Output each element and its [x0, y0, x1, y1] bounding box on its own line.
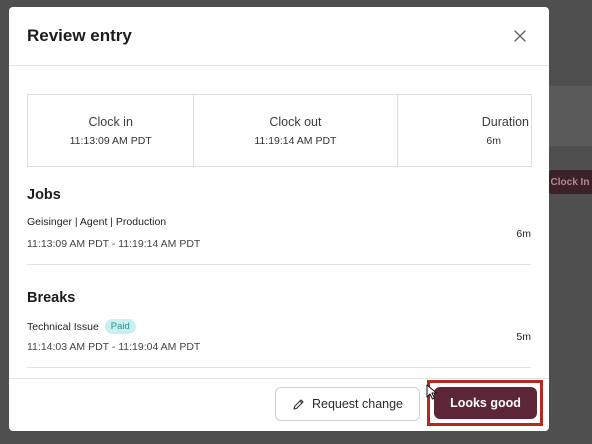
- job-time-range: 11:13:09 AM PDT - 11:19:14 AM PDT: [27, 238, 201, 250]
- modal-title: Review entry: [27, 26, 132, 45]
- duration-label: Duration: [481, 114, 529, 129]
- break-name: Technical Issue: [27, 320, 99, 333]
- time-summary: Clock in 11:13:09 AM PDT Clock out 11:19…: [27, 94, 532, 167]
- background-panel-strip: [548, 86, 592, 146]
- review-entry-modal: Review entry Clock in 11:13:09 AM PDT Cl…: [9, 7, 549, 431]
- modal-body: Clock in 11:13:09 AM PDT Clock out 11:19…: [9, 66, 549, 378]
- clock-out-value: 11:19:14 AM PDT: [254, 134, 337, 147]
- clock-in-value: 11:13:09 AM PDT: [69, 134, 152, 147]
- break-name-line: Technical Issue Paid: [27, 319, 136, 334]
- background-clock-in-button[interactable]: Clock In: [548, 170, 592, 194]
- break-duration: 5m: [516, 331, 531, 343]
- modal-header: Review entry: [9, 7, 549, 66]
- break-row: Technical Issue Paid 11:14:03 AM PDT - 1…: [27, 319, 531, 368]
- summary-duration: Duration 6m: [398, 95, 531, 166]
- summary-clock-in: Clock in 11:13:09 AM PDT: [28, 95, 195, 166]
- clock-out-label: Clock out: [269, 114, 322, 129]
- clock-in-label: Clock in: [88, 114, 133, 129]
- summary-clock-out: Clock out 11:19:14 AM PDT: [194, 95, 398, 166]
- close-icon[interactable]: [511, 27, 529, 45]
- modal-footer: Request change Looks good: [9, 378, 549, 431]
- break-time-range: 11:14:03 AM PDT - 11:19:04 AM PDT: [27, 341, 201, 353]
- jobs-heading: Jobs: [27, 187, 61, 203]
- pencil-icon: [293, 398, 304, 410]
- breaks-heading: Breaks: [27, 290, 76, 306]
- job-duration: 6m: [516, 228, 531, 240]
- job-row: Geisinger | Agent | Production 11:13:09 …: [27, 216, 531, 265]
- request-change-button[interactable]: Request change: [275, 387, 420, 421]
- cursor-icon: [426, 384, 437, 400]
- duration-value: 6m: [486, 134, 501, 147]
- job-name: Geisinger | Agent | Production: [27, 216, 167, 228]
- looks-good-button[interactable]: Looks good: [434, 387, 537, 419]
- request-change-label: Request change: [311, 397, 404, 411]
- paid-badge: Paid: [104, 319, 136, 334]
